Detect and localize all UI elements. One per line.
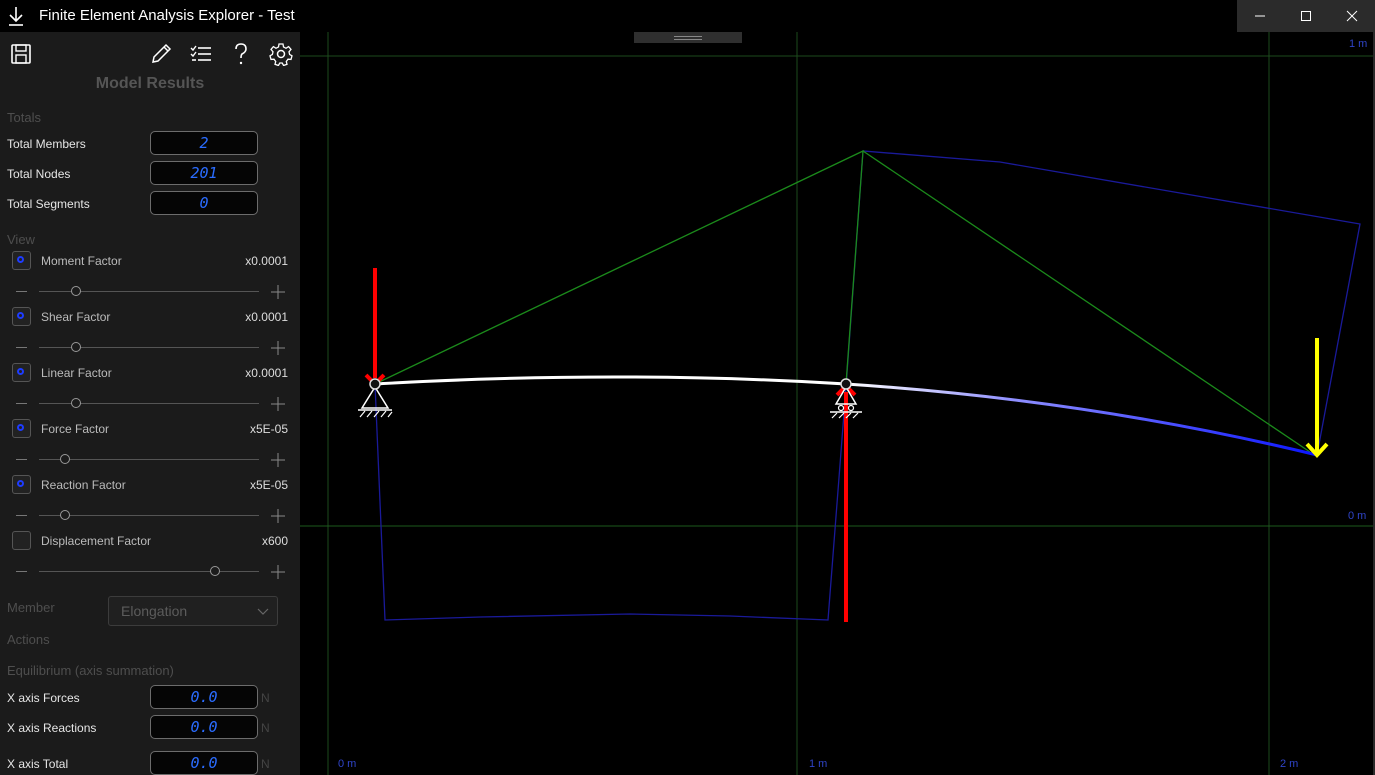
linear-factor-checkbox[interactable] (12, 363, 31, 382)
save-icon[interactable] (9, 42, 33, 66)
slider-thumb[interactable] (210, 566, 220, 576)
shear-factor-label: Shear Factor (41, 310, 111, 324)
minus-icon[interactable] (16, 403, 27, 404)
minus-icon[interactable] (16, 459, 27, 460)
displacement-factor-label: Displacement Factor (41, 534, 152, 548)
totals-heading: Totals (7, 110, 41, 125)
moment-diagram (374, 149, 864, 385)
title-bar: Finite Element Analysis Explorer - Test (0, 0, 1375, 32)
reaction-factor-value: x5E-05 (249, 478, 288, 492)
download-arrow-icon (9, 7, 23, 26)
window-controls (1237, 0, 1375, 32)
moment-factor-value: x0.0001 (245, 254, 288, 268)
chevron-down-icon (257, 608, 269, 615)
member-result-value: Elongation (121, 603, 188, 619)
view-heading: View (7, 232, 35, 247)
linear-factor-label: Linear Factor (41, 366, 112, 380)
displacement-factor-slider[interactable] (12, 562, 288, 582)
model-drawing (300, 32, 1375, 775)
shear-factor-value: x0.0001 (245, 310, 288, 324)
x-total-unit: N (261, 757, 270, 771)
total-nodes-value: 201 (150, 161, 258, 185)
beam-member-2 (845, 382, 1318, 457)
slider-thumb[interactable] (71, 286, 82, 296)
axis-label-y0: 0 m (1348, 510, 1367, 522)
reaction-factor-slider[interactable] (12, 506, 288, 526)
x-total-value: 0.0 (150, 751, 258, 775)
slider-thumb[interactable] (60, 454, 71, 464)
x-reactions-value: 0.0 (150, 715, 258, 739)
axis-label-y1: 1 m (1349, 38, 1368, 50)
minimize-icon (1255, 15, 1265, 17)
displacement-factor-value: x600 (261, 534, 288, 548)
displacement-factor-checkbox[interactable] (12, 531, 31, 550)
x-forces-value: 0.0 (150, 685, 258, 709)
node-left (369, 378, 381, 390)
slider-thumb[interactable] (60, 510, 71, 520)
help-icon[interactable] (229, 42, 253, 66)
close-button[interactable] (1329, 0, 1375, 32)
total-segments-label: Total Segments (7, 197, 90, 211)
close-icon (1346, 10, 1358, 22)
x-reactions-unit: N (261, 721, 270, 735)
maximize-button[interactable] (1283, 0, 1329, 32)
slider-track[interactable] (39, 459, 259, 460)
moment-factor-label: Moment Factor (41, 254, 122, 268)
total-nodes-label: Total Nodes (7, 167, 71, 181)
model-canvas[interactable]: 0 m 1 m 2 m 0 m 1 m (300, 32, 1375, 775)
force-factor-checkbox[interactable] (12, 419, 31, 438)
member-result-dropdown[interactable]: Elongation (108, 596, 278, 626)
slider-track[interactable] (39, 571, 259, 572)
minus-icon[interactable] (16, 347, 27, 348)
total-members-value: 2 (150, 131, 258, 155)
equilibrium-heading: Equilibrium (axis summation) (7, 663, 174, 678)
pencil-icon[interactable] (149, 42, 173, 66)
plus-icon[interactable] (270, 396, 286, 412)
plus-icon[interactable] (270, 284, 286, 300)
plus-icon[interactable] (270, 340, 286, 356)
slider-thumb[interactable] (71, 342, 82, 352)
panel-title: Model Results (95, 75, 205, 92)
canvas-drag-handle[interactable] (634, 32, 742, 43)
moment-diagram-cantilever (862, 150, 1311, 453)
axis-label-x2: 2 m (1280, 758, 1299, 770)
slider-track[interactable] (39, 515, 259, 516)
actions-heading: Actions (7, 632, 50, 647)
x-forces-unit: N (261, 691, 270, 705)
x-forces-label: X axis Forces (7, 691, 80, 705)
total-segments-value: 0 (150, 191, 258, 215)
linear-factor-slider[interactable] (12, 394, 288, 414)
linear-factor-value: x0.0001 (245, 366, 288, 380)
plus-icon[interactable] (270, 508, 286, 524)
minus-icon[interactable] (16, 515, 27, 516)
force-factor-value: x5E-05 (249, 422, 288, 436)
maximize-icon (1301, 11, 1311, 21)
member-heading: Member (7, 600, 55, 615)
minus-icon[interactable] (16, 571, 27, 572)
minimize-button[interactable] (1237, 0, 1283, 32)
gear-icon[interactable] (269, 42, 293, 66)
plus-icon[interactable] (270, 452, 286, 468)
reaction-factor-checkbox[interactable] (12, 475, 31, 494)
moment-factor-checkbox[interactable] (12, 251, 31, 270)
total-members-label: Total Members (7, 137, 86, 151)
axis-label-x0: 0 m (338, 758, 357, 770)
force-factor-label: Force Factor (41, 422, 110, 436)
minus-icon[interactable] (16, 291, 27, 292)
x-total-label: X axis Total (7, 757, 69, 771)
checklist-icon[interactable] (189, 42, 213, 66)
node-middle (840, 378, 852, 390)
x-reactions-label: X axis Reactions (7, 721, 97, 735)
results-panel: Model Results Totals Total Members 2 Tot… (0, 32, 300, 775)
reaction-factor-label: Reaction Factor (41, 478, 126, 492)
beam-member-1 (374, 375, 847, 386)
axis-label-x1: 1 m (809, 758, 828, 770)
shear-factor-checkbox[interactable] (12, 307, 31, 326)
force-factor-slider[interactable] (12, 450, 288, 470)
slider-thumb[interactable] (71, 398, 82, 408)
moment-factor-slider[interactable] (12, 282, 288, 302)
window-title: Finite Element Analysis Explorer - Test (39, 7, 295, 24)
shear-factor-slider[interactable] (12, 338, 288, 358)
plus-icon[interactable] (270, 564, 286, 580)
